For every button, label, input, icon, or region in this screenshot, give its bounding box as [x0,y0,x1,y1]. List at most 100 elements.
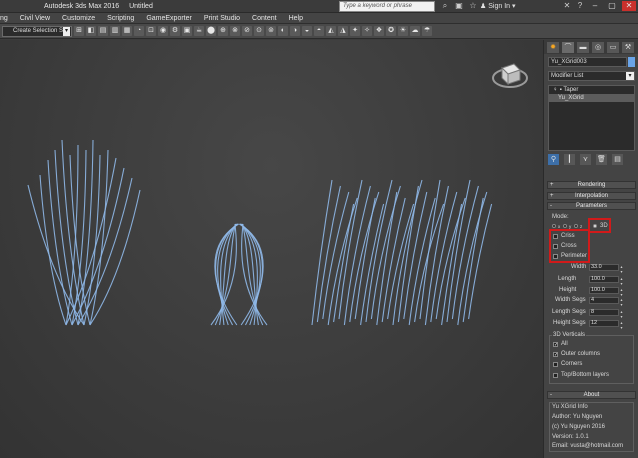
curve-editor-icon[interactable]: ◔ [134,26,144,36]
script-i-icon[interactable]: ◒ [302,26,312,36]
motion-tab-icon[interactable]: ◎ [592,41,604,53]
script-c-icon[interactable]: ⊗ [230,26,240,36]
toggle-ribbon-icon[interactable]: ▦ [122,26,132,36]
show-end-result-icon[interactable]: ┃ [564,154,575,165]
menu-scripting[interactable]: Scripting [101,13,140,24]
rollout-interpolation[interactable]: + Interpolation [547,192,636,200]
modify-tab-icon[interactable]: ⌒ [562,41,574,53]
strand-grid [333,203,355,323]
maximize-button[interactable]: ▢ [605,1,619,11]
menu-gameexporter[interactable]: GameExporter [140,13,198,24]
script-f-icon[interactable]: ⊚ [266,26,276,36]
height-segs-spinner[interactable]: 12 [589,320,626,327]
object-color-swatch[interactable] [628,57,635,67]
script-o-icon[interactable]: ❖ [374,26,384,36]
width-segs-spinner[interactable]: 4 [589,297,626,304]
remove-modifier-icon[interactable]: 🗑 [596,154,607,165]
rollout-rendering[interactable]: + Rendering [547,181,636,189]
schematic-view-icon[interactable]: ⊡ [146,26,156,36]
stack-item-yu-xgrid[interactable]: Yu_XGrid [549,94,634,102]
selection-set-value: Create Selection S [13,27,64,34]
script-b-icon[interactable]: ⊕ [218,26,228,36]
modifier-list-dropdown[interactable]: Modifier List ▾ [548,71,635,81]
rollout-about[interactable]: - About [547,391,636,399]
strand-grid [311,179,333,326]
help-icon[interactable]: ? [575,1,585,11]
info-title: Yu XGrid Info [552,404,588,410]
mirror-icon[interactable]: ◧ [86,26,96,36]
render-setup-icon[interactable]: ⚙ [170,26,180,36]
object-name-field[interactable]: Yu_XGrid003 [548,57,627,67]
binoculars-icon[interactable]: ⌕ [440,1,450,11]
script-m-icon[interactable]: ✦ [350,26,360,36]
close-button[interactable]: ✕ [622,1,636,11]
info-email: Email: vusta@hotmail.com [552,443,624,449]
script-p-icon[interactable]: ✪ [386,26,396,36]
minimize-button[interactable]: – [588,1,602,11]
app-title: Autodesk 3ds Max 2016 [44,2,120,10]
render-icon[interactable]: ☕ [194,26,204,36]
script-l-icon[interactable]: ◮ [338,26,348,36]
menu-bar: ng Civil View Customize Scripting GameEx… [0,13,638,24]
script-s-icon[interactable]: ☂ [422,26,432,36]
strand-fan [39,174,67,326]
script-k-icon[interactable]: ◭ [326,26,336,36]
corners-checkbox[interactable] [553,362,558,367]
viewcube-icon[interactable] [490,54,530,94]
script-n-icon[interactable]: ✧ [362,26,372,36]
mode-x-radio[interactable] [552,224,556,228]
utilities-tab-icon[interactable]: ⚒ [622,41,634,53]
search-input[interactable]: Type a keyword or phrase [339,1,435,12]
length-spinner[interactable]: 100.0 [589,276,626,283]
sign-in-button[interactable]: ♟ Sign In ▾ [480,1,516,12]
script-r-icon[interactable]: ☁ [410,26,420,36]
perspective-viewport[interactable] [0,40,543,458]
align-icon[interactable]: ▤ [98,26,108,36]
make-unique-icon[interactable]: ⋎ [580,154,591,165]
menu-help[interactable]: Help [283,13,309,24]
menu-customize[interactable]: Customize [56,13,101,24]
script-q-icon[interactable]: ☀ [398,26,408,36]
create-tab-icon[interactable]: ✹ [547,41,559,53]
mode-y-radio[interactable] [563,224,567,228]
layer-explorer-icon[interactable]: ▥ [110,26,120,36]
height-spinner[interactable]: 100.0 [589,287,626,294]
width-segs-label: Width Segs [555,297,586,303]
render-frame-icon[interactable]: ▣ [182,26,192,36]
top-bottom-layers-checkbox[interactable] [553,373,558,378]
configure-sets-icon[interactable]: ▤ [612,154,623,165]
script-a-icon[interactable]: ⬤ [206,26,216,36]
script-j-icon[interactable]: ◓ [314,26,324,36]
length-segs-spinner[interactable]: 8 [589,309,626,316]
height-segs-label: Height Segs [553,320,586,326]
hierarchy-tab-icon[interactable]: ▬ [577,41,589,53]
bookmark-icon[interactable]: ▣ [454,1,464,11]
stack-item-taper[interactable]: ♀ ▪ Taper [549,86,634,94]
script-d-icon[interactable]: ⊘ [242,26,252,36]
info-version: Version: 1.0.1 [552,434,589,440]
display-tab-icon[interactable]: ▭ [607,41,619,53]
width-spinner[interactable]: 33.0 [589,264,626,271]
modifier-stack[interactable]: ♀ ▪ Taper Yu_XGrid [548,85,635,151]
all-checkbox[interactable]: ✓ [553,342,558,348]
rollout-parameters[interactable]: - Parameters [547,202,636,210]
material-editor-icon[interactable]: ◉ [158,26,168,36]
snap-toggle-icon[interactable]: ⊞ [74,26,84,36]
mode-z-radio[interactable] [574,224,578,228]
script-g-icon[interactable]: ◐ [278,26,288,36]
menu-rendering[interactable]: ng [0,13,14,24]
exchange-icon[interactable]: ✕ [562,1,572,11]
outer-columns-checkbox[interactable]: ✓ [553,352,558,358]
menu-content[interactable]: Content [246,13,283,24]
script-h-icon[interactable]: ◑ [290,26,300,36]
script-e-icon[interactable]: ⊙ [254,26,264,36]
pin-stack-icon[interactable]: ⚲ [548,154,559,165]
menu-civil-view[interactable]: Civil View [14,13,56,24]
mode-label: Mode: [552,214,569,220]
command-panel: ✹ ⌒ ▬ ◎ ▭ ⚒ Yu_XGrid003 Modifier List ▾ … [543,40,638,458]
stack-item-label: Yu_XGrid [558,95,584,101]
selection-set-dropdown[interactable]: Create Selection S ▾ [2,25,72,37]
star-icon[interactable]: ☆ [468,1,478,11]
lightbulb-icon[interactable]: ♀ [553,86,558,94]
menu-print-studio[interactable]: Print Studio [198,13,246,24]
